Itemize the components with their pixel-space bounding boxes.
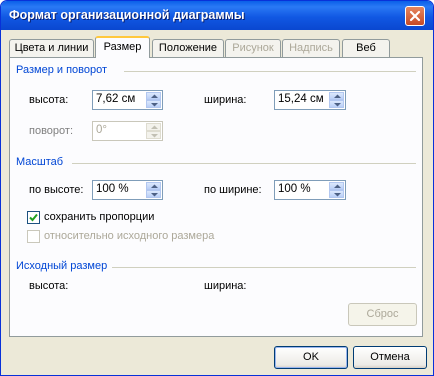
height-value: 7,62 см [96, 93, 136, 105]
height-label: высота: [29, 94, 69, 106]
ok-button[interactable]: OK [274, 346, 348, 369]
scale-width-spinner[interactable]: 100 % [274, 180, 346, 200]
close-icon [409, 10, 421, 22]
arrow-up-icon [334, 94, 341, 98]
keep-proportions-label[interactable]: сохранить пропорции [44, 211, 154, 223]
arrow-down-icon [151, 103, 158, 107]
scale-width-label: по ширине: [204, 184, 262, 196]
arrow-down-icon [334, 103, 341, 107]
dialog-window: Формат организационной диаграммы Цвета и… [0, 0, 434, 376]
arrow-up-icon [151, 125, 158, 129]
rotation-label: поворот: [29, 125, 73, 137]
arrow-up-icon [151, 94, 158, 98]
tab-textbox[interactable]: Надпись [282, 39, 340, 57]
width-value: 15,24 см [278, 93, 324, 105]
arrow-down-icon [151, 193, 158, 197]
original-width-label: ширина: [204, 280, 247, 292]
spin-down-button[interactable] [146, 190, 161, 198]
checkmark-icon [29, 213, 38, 222]
spin-down-button[interactable] [329, 190, 344, 198]
height-spinner[interactable]: 7,62 см [92, 90, 163, 110]
tab-picture[interactable]: Рисунок [225, 39, 281, 57]
spin-up-button[interactable] [146, 123, 161, 131]
width-spinner[interactable]: 15,24 см [274, 90, 346, 110]
tab-web[interactable]: Веб [342, 39, 390, 57]
tab-position[interactable]: Положение [152, 39, 224, 57]
scale-height-spinner[interactable]: 100 % [92, 180, 163, 200]
spin-up-button[interactable] [329, 182, 344, 190]
scale-height-value: 100 % [96, 183, 129, 195]
width-label: ширина: [204, 94, 247, 106]
reset-button[interactable]: Сброс [348, 303, 417, 326]
arrow-up-icon [151, 184, 158, 188]
tab-colors-lines[interactable]: Цвета и линии [9, 39, 94, 57]
cancel-button[interactable]: Отмена [353, 346, 427, 369]
window-title: Формат организационной диаграммы [9, 8, 245, 22]
tab-size[interactable]: Размер [95, 36, 150, 58]
title-bar[interactable]: Формат организационной диаграммы [1, 1, 433, 30]
relative-size-checkbox[interactable] [27, 230, 40, 243]
spin-up-button[interactable] [146, 92, 161, 100]
scale-width-value: 100 % [278, 183, 311, 195]
arrow-down-icon [151, 134, 158, 138]
group-divider [112, 267, 416, 268]
spin-down-button[interactable] [329, 100, 344, 108]
spin-down-button[interactable] [146, 100, 161, 108]
group-divider [124, 71, 416, 72]
arrow-down-icon [334, 193, 341, 197]
size-rotate-group-title: Размер и поворот [16, 64, 108, 76]
spin-down-button[interactable] [146, 131, 161, 139]
rotation-spinner[interactable]: 0° [92, 121, 163, 141]
scale-height-label: по высоте: [29, 184, 84, 196]
group-divider [72, 163, 416, 164]
original-height-label: высота: [29, 280, 69, 292]
scale-group-title: Масштаб [16, 156, 64, 168]
close-button[interactable] [405, 6, 425, 26]
rotation-value: 0° [96, 124, 107, 136]
keep-proportions-checkbox[interactable] [27, 211, 40, 224]
relative-size-label[interactable]: относительно исходного размера [44, 230, 214, 242]
spin-up-button[interactable] [329, 92, 344, 100]
arrow-up-icon [334, 184, 341, 188]
spin-up-button[interactable] [146, 182, 161, 190]
original-size-group-title: Исходный размер [16, 260, 108, 272]
tab-panel-size: Размер и поворот высота: 7,62 см ширина:… [9, 57, 423, 337]
